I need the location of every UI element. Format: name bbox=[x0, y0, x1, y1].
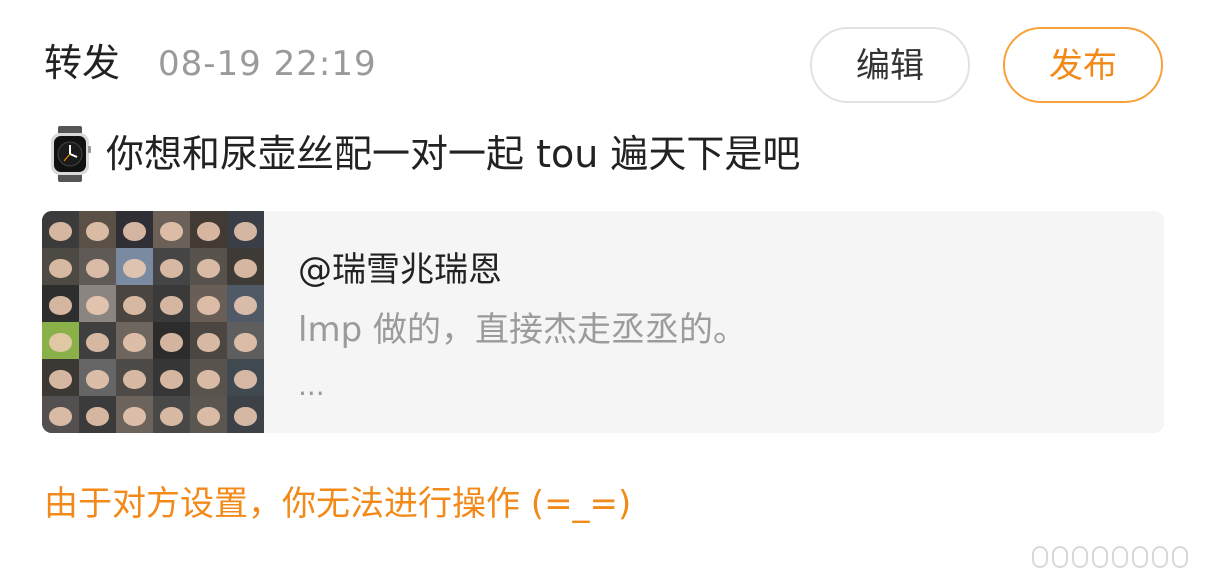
repost-comment: 你想和尿壶丝配一对一起 tou 遍天下是吧 bbox=[46, 126, 800, 182]
quoted-ellipsis: ... bbox=[298, 369, 325, 402]
publish-button[interactable]: 发布 bbox=[1003, 27, 1163, 103]
page-title: 转发 bbox=[44, 41, 121, 85]
repost-text: 你想和尿壶丝配一对一起 tou 遍天下是吧 bbox=[106, 132, 801, 176]
status-indicator bbox=[1032, 546, 1188, 568]
permission-notice: 由于对方设置，你无法进行操作 (=_=) bbox=[44, 484, 632, 524]
top-bar: 转发 08-19 22:19 编辑 发布 bbox=[0, 0, 1206, 130]
edit-button[interactable]: 编辑 bbox=[810, 27, 970, 103]
quoted-post-card[interactable]: @瑞雪兆瑞恩 lmp 做的，直接杰走丞丞的。 ... bbox=[42, 211, 1164, 433]
post-timestamp: 08-19 22:19 bbox=[158, 44, 377, 84]
quoted-snippet: lmp 做的，直接杰走丞丞的。 bbox=[298, 310, 747, 350]
face-collage-image bbox=[42, 211, 264, 433]
quoted-author[interactable]: @瑞雪兆瑞恩 bbox=[298, 247, 502, 293]
smartwatch-icon bbox=[46, 126, 94, 182]
